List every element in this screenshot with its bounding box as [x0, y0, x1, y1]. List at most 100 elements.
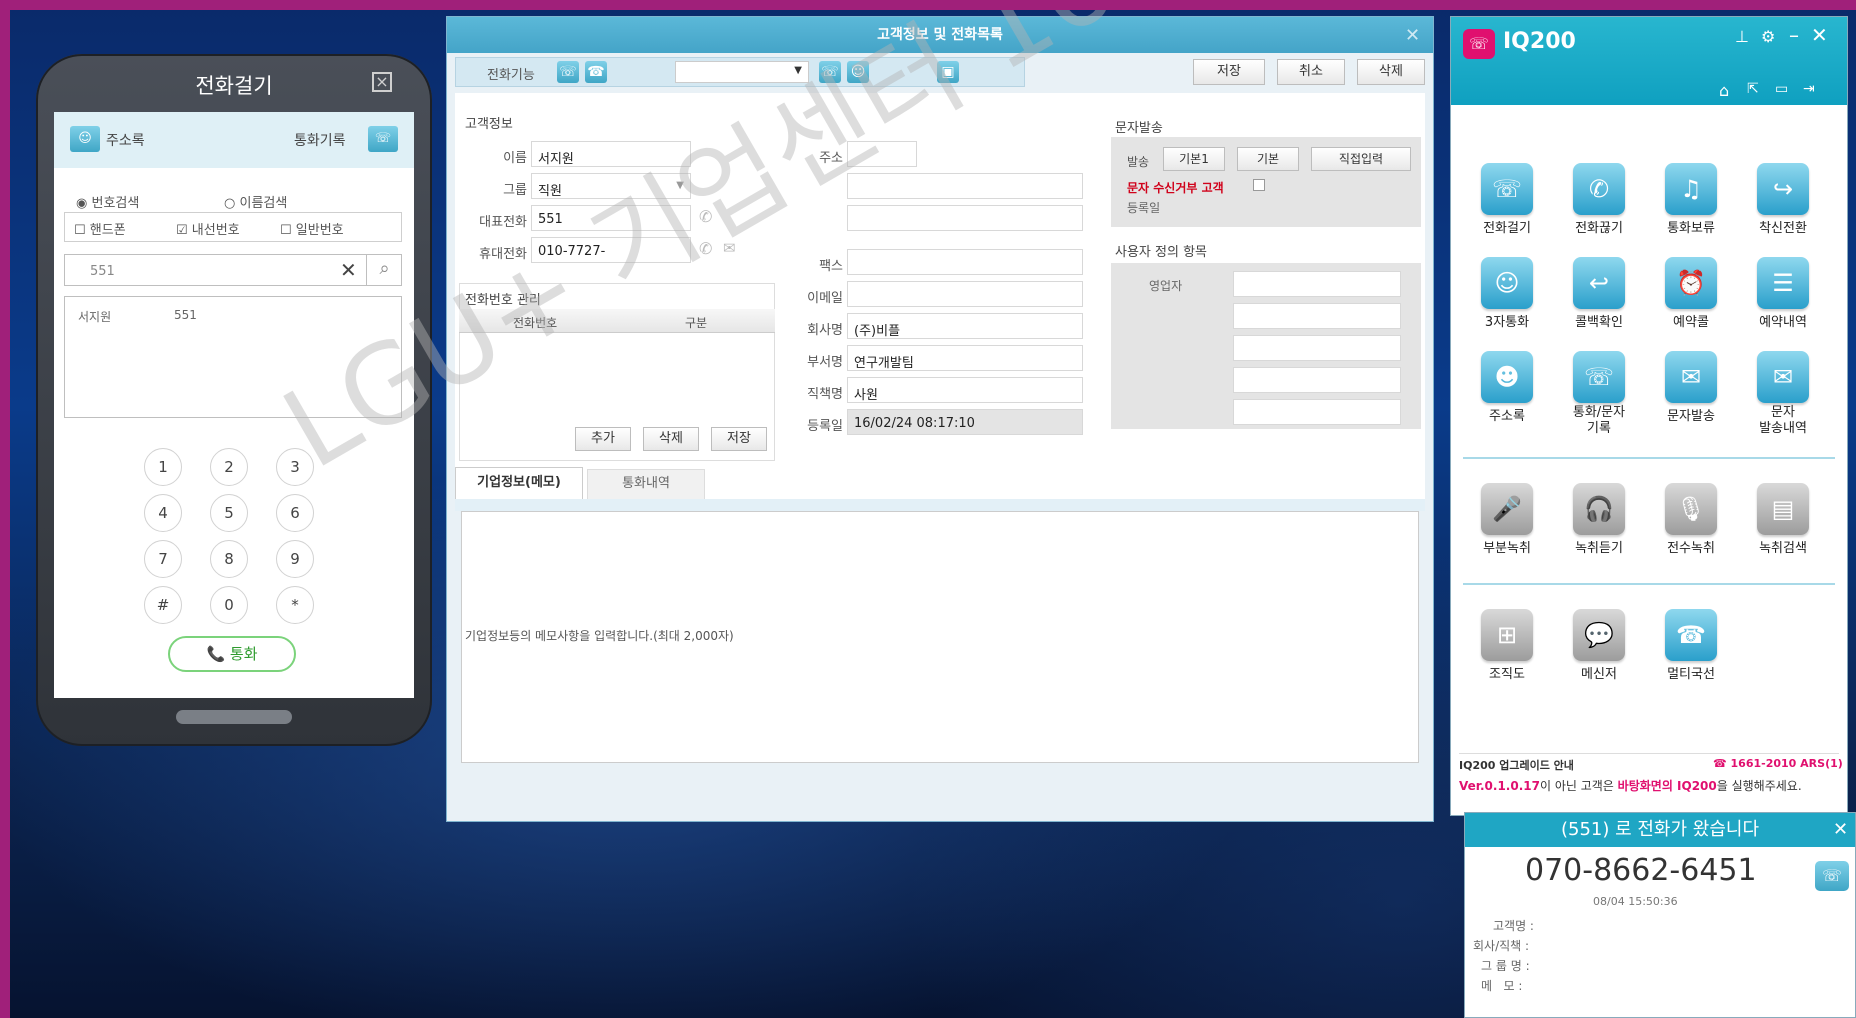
address-field-1[interactable]	[847, 173, 1083, 199]
position-field[interactable]: 사원	[847, 377, 1083, 403]
dial-icon[interactable]: ☏	[557, 61, 579, 83]
partial-record-label: 부분녹취	[1483, 541, 1531, 556]
contacts-tab[interactable]: 주소록	[106, 130, 145, 150]
sms-icon[interactable]: ✉	[723, 239, 736, 257]
mobile-field[interactable]: 010-7727-	[531, 237, 691, 263]
key-1[interactable]: 1	[144, 448, 182, 486]
minimize-icon[interactable]: –	[1789, 23, 1799, 47]
address-field-2[interactable]	[847, 205, 1083, 231]
add-phone-button[interactable]: 추가	[575, 427, 631, 451]
key-6[interactable]: 6	[276, 494, 314, 532]
partial-record-icon[interactable]: 🎤	[1481, 483, 1533, 535]
name-field[interactable]: 서지원	[531, 141, 691, 167]
key-5[interactable]: 5	[210, 494, 248, 532]
key-7[interactable]: 7	[144, 540, 182, 578]
search-icon[interactable]: ⌕	[366, 254, 402, 286]
email-field[interactable]	[847, 281, 1083, 307]
checkbox-general[interactable]: ☐ 일반번호	[280, 219, 344, 238]
hold-icon[interactable]: ♫	[1665, 163, 1717, 215]
call-sms-log-icon[interactable]: ☏	[1573, 351, 1625, 403]
main-phone-field[interactable]: 551	[531, 205, 691, 231]
multi-line-icon[interactable]: ☎	[1665, 609, 1717, 661]
call-mobile-icon[interactable]: ✆	[699, 239, 712, 258]
hangup-icon[interactable]: ✆	[1573, 163, 1625, 215]
close-icon[interactable]: ✕	[1405, 25, 1420, 46]
checkbox-extension[interactable]: ☑ 내선번호	[176, 219, 240, 238]
key-2[interactable]: 2	[210, 448, 248, 486]
logout-icon[interactable]: ⇥	[1803, 81, 1815, 97]
dept-field[interactable]: 연구개발팀	[847, 345, 1083, 371]
contacts-icon[interactable]: ☺	[70, 126, 100, 152]
close-icon[interactable]: ✕	[1833, 819, 1848, 840]
delete-button[interactable]: 삭제	[1357, 59, 1425, 85]
save-button[interactable]: 저장	[1193, 59, 1265, 85]
key-hash[interactable]: #	[144, 586, 182, 624]
tab-call-history[interactable]: 통화내역	[587, 469, 705, 499]
conference-icon[interactable]: ☺	[1481, 257, 1533, 309]
monitor-icon[interactable]: ▭	[1775, 81, 1788, 97]
reserve-list-icon[interactable]: ☰	[1757, 257, 1809, 309]
basic1-button[interactable]: 기본1	[1163, 147, 1225, 171]
call-log-tab[interactable]: 통화기록	[294, 130, 346, 150]
result-number[interactable]: 551	[174, 308, 197, 322]
result-name[interactable]: 서지원	[78, 308, 111, 325]
company-field[interactable]: (주)비플	[847, 313, 1083, 339]
answer-icon[interactable]: ☏	[1815, 861, 1849, 891]
conference-icon[interactable]: ☺	[847, 61, 869, 83]
user-def-field-2[interactable]	[1233, 303, 1401, 329]
basic2-button[interactable]: 기본	[1237, 147, 1299, 171]
clear-icon[interactable]: ✕	[340, 258, 357, 282]
user-def-field-3[interactable]	[1233, 335, 1401, 361]
reserve-call-icon[interactable]: ⏰	[1665, 257, 1717, 309]
messenger-icon[interactable]: 💬	[1573, 609, 1625, 661]
tab-company-memo[interactable]: 기업정보(메모)	[455, 467, 583, 499]
key-star[interactable]: *	[276, 586, 314, 624]
key-3[interactable]: 3	[276, 448, 314, 486]
dial-icon[interactable]: ☏	[1481, 163, 1533, 215]
callback-icon[interactable]: ↩	[1573, 257, 1625, 309]
hangup-icon[interactable]: ☎	[585, 61, 607, 83]
gear-icon[interactable]: ⚙	[1761, 27, 1775, 46]
cancel-button[interactable]: 취소	[1277, 59, 1345, 85]
user-def-field-1[interactable]	[1233, 271, 1401, 297]
contact-card-icon[interactable]: ▣	[937, 61, 959, 83]
forward-icon[interactable]: ↪	[1757, 163, 1809, 215]
multi-line-label: 멀티국선	[1667, 667, 1715, 682]
group-select[interactable]: 직원 ▼	[531, 173, 691, 199]
full-record-icon[interactable]: 🎙	[1665, 483, 1717, 535]
record-search-icon[interactable]: ▤	[1757, 483, 1809, 535]
remove-phone-button[interactable]: 삭제	[643, 427, 699, 451]
line-select[interactable]: ▼	[675, 61, 809, 83]
home-icon[interactable]: ⌂	[1719, 81, 1729, 100]
store-phone-button[interactable]: 저장	[711, 427, 767, 451]
key-9[interactable]: 9	[276, 540, 314, 578]
sms-send-icon[interactable]: ✉	[1665, 351, 1717, 403]
user-def-field-4[interactable]	[1233, 367, 1401, 393]
fax-field[interactable]	[847, 249, 1083, 275]
direct-input-button[interactable]: 직접입력	[1311, 147, 1411, 171]
sms-reject-checkbox[interactable]	[1253, 179, 1265, 191]
sms-history-icon[interactable]: ✉	[1757, 351, 1809, 403]
pin-icon[interactable]: ⊥	[1735, 27, 1749, 46]
key-8[interactable]: 8	[210, 540, 248, 578]
call-button[interactable]: 📞 통화	[168, 636, 296, 672]
transfer-icon[interactable]: ☏	[819, 61, 841, 83]
checkbox-label: 내선번호	[191, 223, 240, 238]
contacts-icon[interactable]: ☻	[1481, 351, 1533, 403]
org-chart-icon[interactable]: ⊞	[1481, 609, 1533, 661]
call-log-icon[interactable]: ☏	[368, 126, 398, 152]
checkbox-mobile[interactable]: ☐ 핸드폰	[74, 219, 126, 238]
key-0[interactable]: 0	[210, 586, 248, 624]
search-input[interactable]: 551	[90, 264, 115, 279]
notice-version: Ver.0.1.0.17	[1459, 779, 1540, 793]
listen-record-icon[interactable]: 🎧	[1573, 483, 1625, 535]
radio-number-search[interactable]: ◉ 번호검색	[76, 192, 139, 211]
call-main-phone-icon[interactable]: ✆	[699, 207, 712, 226]
zipcode-field[interactable]	[847, 141, 917, 167]
key-4[interactable]: 4	[144, 494, 182, 532]
export-icon[interactable]: ⇱	[1747, 81, 1759, 97]
close-icon[interactable]: ✕	[1811, 23, 1828, 47]
close-icon[interactable]: ×	[372, 72, 392, 92]
radio-name-search[interactable]: ○ 이름검색	[224, 192, 287, 211]
user-def-field-5[interactable]	[1233, 399, 1401, 425]
